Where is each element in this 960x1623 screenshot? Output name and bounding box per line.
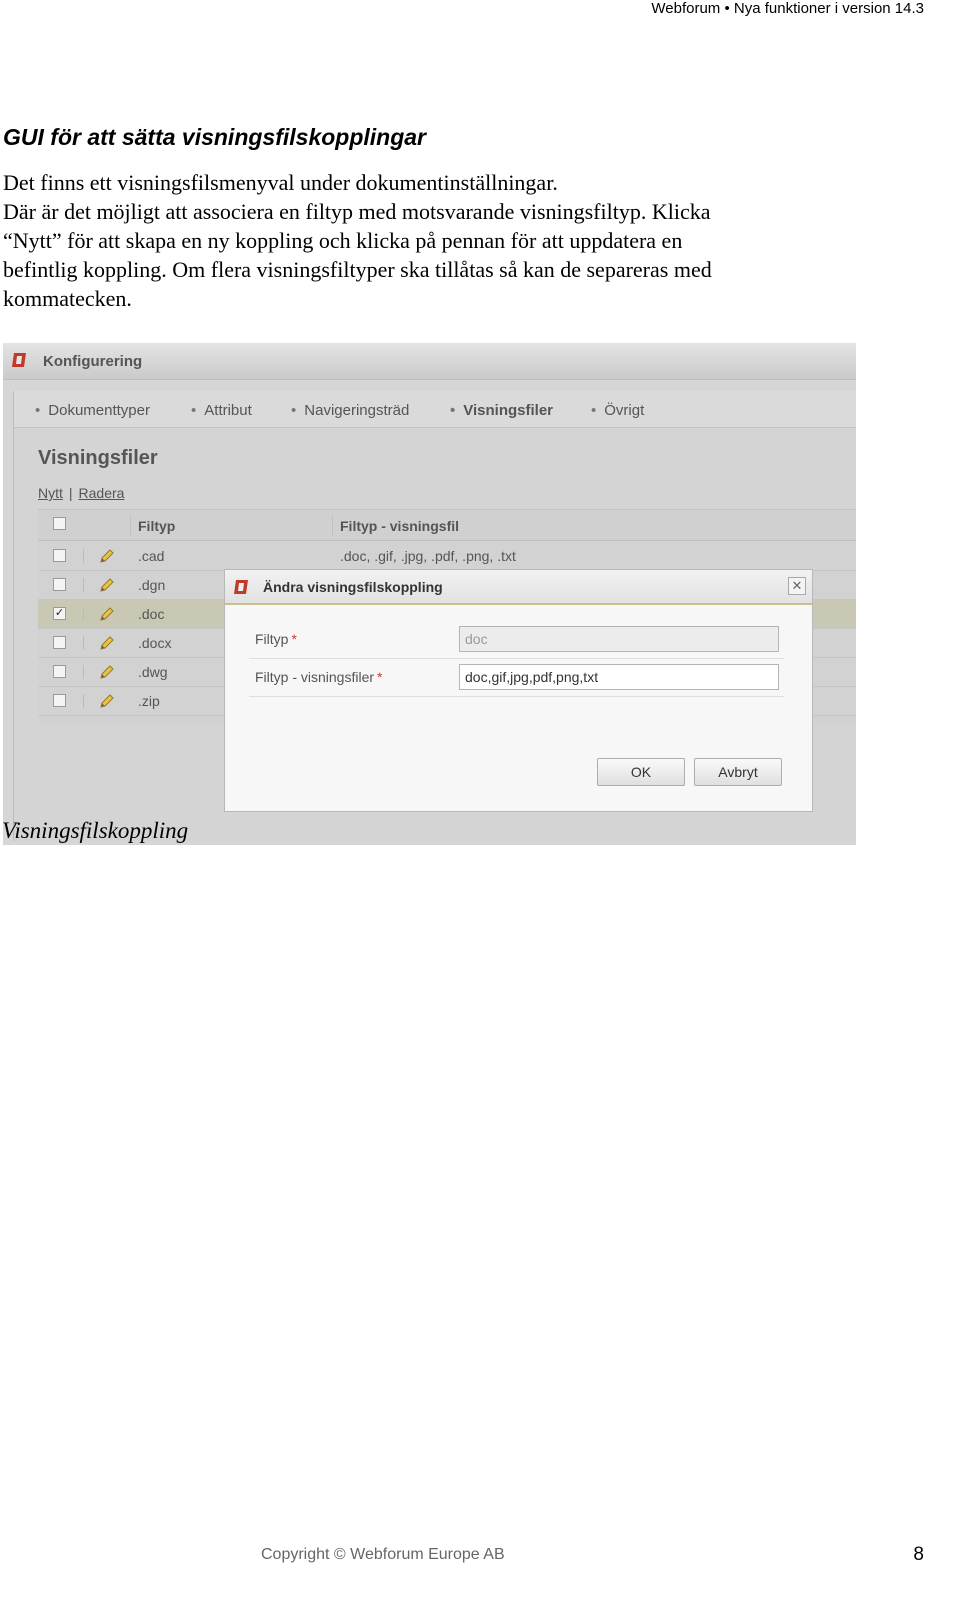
cell-divider xyxy=(83,549,84,563)
section-title: GUI för att sätta visningsfilskopplingar xyxy=(3,124,427,150)
row-checkbox[interactable] xyxy=(53,665,66,678)
config-title: Konfigurering xyxy=(43,353,143,370)
body-text: Det finns ett visningsfilsmenyval under … xyxy=(3,168,823,313)
cell-visningsfil: .doc, .gif, .jpg, .pdf, .png, .txt xyxy=(340,548,516,564)
column-header-filtyp[interactable]: Filtyp xyxy=(138,518,175,534)
tab-attribut[interactable]: Attribut xyxy=(191,402,252,419)
ok-button[interactable]: OK xyxy=(597,758,685,786)
close-icon[interactable]: ✕ xyxy=(788,577,806,595)
dialog-title: Ändra visningsfilskoppling xyxy=(263,579,443,595)
cell-filtyp: .docx xyxy=(138,635,172,651)
row-checkbox[interactable] xyxy=(53,636,66,649)
cell-filtyp: .doc xyxy=(138,606,165,622)
pencil-icon[interactable] xyxy=(98,692,116,710)
filtyp-label: Filtyp * xyxy=(255,631,297,647)
tab-navigeringstrad[interactable]: Navigeringsträd xyxy=(291,402,409,419)
pencil-icon[interactable] xyxy=(98,547,116,565)
form-row-visningsfiler: Filtyp - visningsfiler * xyxy=(249,658,784,697)
cell-divider xyxy=(83,607,84,621)
cell-divider xyxy=(83,636,84,650)
grid-actions: Nytt | Radera xyxy=(38,485,124,501)
pencil-icon[interactable] xyxy=(98,576,116,594)
body-line: Där är det möjligt att associera en filt… xyxy=(3,199,711,224)
tabs-bar: Dokumenttyper Attribut Navigeringsträd V… xyxy=(14,391,856,428)
cell-filtyp: .dgn xyxy=(138,577,166,593)
page-header: Webforum • Nya funktioner i version 14.3 xyxy=(651,0,924,17)
panel-title: Visningsfiler xyxy=(38,447,158,469)
tab-dokumenttyper[interactable]: Dokumenttyper xyxy=(35,402,150,419)
grid-header: Filtyp Filtyp - visningsfil xyxy=(38,510,856,541)
row-checkbox[interactable] xyxy=(53,694,66,707)
new-link[interactable]: Nytt xyxy=(38,485,63,501)
cell-divider xyxy=(83,578,84,592)
pencil-icon[interactable] xyxy=(98,605,116,623)
cell-filtyp: .dwg xyxy=(138,664,168,680)
row-checkbox[interactable] xyxy=(53,549,66,562)
config-titlebar: Konfigurering xyxy=(3,343,856,380)
edit-dialog: Ändra visningsfilskoppling ✕ Filtyp* Fil… xyxy=(224,569,813,812)
action-separator: | xyxy=(68,485,73,501)
page-number: 8 xyxy=(913,1544,924,1565)
body-line: Det finns ett visningsfilsmenyval under … xyxy=(3,170,558,195)
cancel-button[interactable]: Avbryt xyxy=(694,758,782,786)
body-line: “Nytt” för att skapa en ny koppling och … xyxy=(3,228,683,253)
pencil-icon[interactable] xyxy=(98,634,116,652)
filtyp-label-text: Filtyp xyxy=(255,631,289,647)
filtyp-field[interactable] xyxy=(459,626,779,652)
visningsfiler-label-text: Filtyp - visningsfiler xyxy=(255,669,375,685)
select-all-checkbox[interactable] xyxy=(53,517,66,530)
dialog-header: Ändra visningsfilskoppling ✕ xyxy=(225,570,812,605)
column-header-visningsfil[interactable]: Filtyp - visningsfil xyxy=(340,518,459,534)
footer-copyright: Copyright © Webforum Europe AB xyxy=(261,1546,505,1563)
table-row[interactable]: .cad .doc, .gif, .jpg, .pdf, .png, .txt xyxy=(38,541,856,571)
required-mark: * xyxy=(291,631,297,647)
body-line: befintlig koppling. Om flera visningsfil… xyxy=(3,257,712,282)
dialog-logo-icon xyxy=(234,580,248,594)
column-divider xyxy=(332,514,333,536)
figure-caption: Visningsfilskoppling xyxy=(2,818,189,843)
visningsfiler-field[interactable] xyxy=(459,664,779,690)
app-logo-icon xyxy=(12,353,26,367)
screenshot-figure: Konfigurering Dokumenttyper Attribut Nav… xyxy=(3,343,856,845)
cell-divider xyxy=(83,694,84,708)
tab-ovrigt[interactable]: Övrigt xyxy=(591,402,644,419)
cell-filtyp: .zip xyxy=(138,693,160,709)
delete-link[interactable]: Radera xyxy=(79,485,125,501)
required-mark: * xyxy=(377,669,383,685)
cell-divider xyxy=(83,665,84,679)
body-line: kommatecken. xyxy=(3,286,132,311)
row-checkbox[interactable] xyxy=(53,578,66,591)
form-row-filtyp: Filtyp * xyxy=(249,620,784,659)
pencil-icon[interactable] xyxy=(98,663,116,681)
cell-filtyp: .cad xyxy=(138,548,165,564)
column-divider xyxy=(130,514,131,536)
visningsfiler-label: Filtyp - visningsfiler * xyxy=(255,669,382,685)
row-checkbox-checked[interactable]: ✓ xyxy=(53,607,66,620)
tab-visningsfiler[interactable]: Visningsfiler xyxy=(450,402,553,419)
